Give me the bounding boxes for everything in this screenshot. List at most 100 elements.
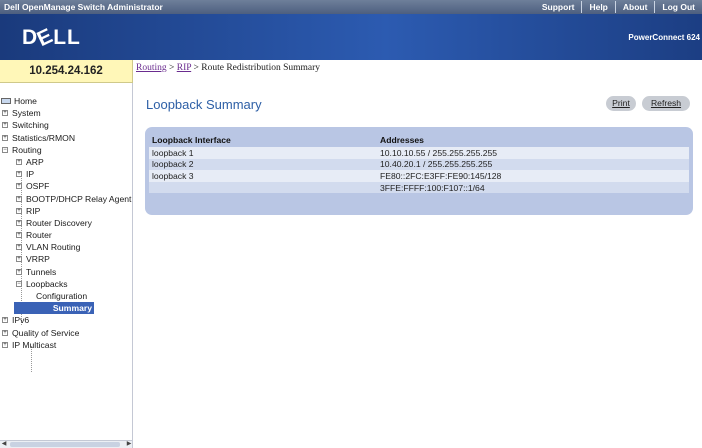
nav-item-rip[interactable]: + RIP [0, 205, 132, 217]
nav-item-label: System [12, 108, 41, 119]
scroll-left-icon[interactable]: ◀ [0, 441, 8, 448]
table-cell-interface: loopback 3 [149, 170, 377, 182]
nav-item-label: IPv6 [12, 315, 30, 326]
nav-item-quality-of-service[interactable]: + Quality of Service [0, 327, 132, 339]
expand-icon[interactable]: + [16, 171, 22, 178]
nav-item-home[interactable]: Home [0, 95, 132, 107]
nav-item-label: Summary [14, 302, 94, 315]
expand-icon[interactable]: + [16, 244, 22, 251]
nav-item-label: Router Discovery [26, 217, 92, 228]
expand-icon[interactable]: + [2, 134, 8, 141]
column-header-addresses: Addresses [380, 135, 424, 145]
table-header-row: Loopback Interface Addresses [149, 133, 689, 147]
breadcrumb-separator: > [169, 63, 175, 73]
expand-icon[interactable]: + [16, 232, 22, 239]
nav-item-system[interactable]: + System [0, 107, 132, 119]
loopback-table: Loopback Interface Addresses loopback 1 … [149, 133, 689, 194]
nav-tree: Home + System + Switching + Statistics/R… [0, 95, 132, 372]
app-title: Dell OpenManage Switch Administrator [4, 2, 163, 12]
scroll-thumb[interactable] [10, 442, 120, 447]
nav-item-label: ARP [26, 156, 44, 167]
nav-item-label: Switching [12, 120, 49, 131]
table-cell-interface: loopback 1 [149, 147, 377, 159]
expand-icon[interactable]: + [2, 317, 8, 324]
home-icon [1, 98, 11, 104]
nav-item-ip[interactable]: + IP [0, 168, 132, 180]
top-links: Support Help About Log Out [535, 0, 702, 14]
expand-icon[interactable]: + [16, 183, 22, 190]
expand-icon[interactable]: + [16, 158, 22, 165]
nav-item-arp[interactable]: + ARP [0, 156, 132, 168]
expand-icon[interactable]: + [16, 195, 22, 202]
table-cell-interface [149, 181, 377, 194]
sidebar: Home + System + Switching + Statistics/R… [0, 83, 133, 448]
nav-item-vlan-routing[interactable]: + VLAN Routing [0, 241, 132, 253]
nav-item-label: Tunnels [26, 266, 57, 277]
refresh-button[interactable]: Refresh [642, 96, 690, 111]
table-cell-address: FE80::2FC:E3FF:FE90:145/128 [377, 170, 689, 182]
expand-icon[interactable]: + [16, 268, 22, 275]
page-title: Loopback Summary [146, 97, 262, 112]
expand-icon[interactable]: + [16, 256, 22, 263]
print-button[interactable]: Print [606, 96, 636, 111]
nav-item-router-discovery[interactable]: + Router Discovery [0, 217, 132, 229]
breadcrumb-separator: > [193, 63, 199, 73]
table-cell-interface: loopback 2 [149, 158, 377, 171]
model-name: PowerConnect 624 [628, 33, 700, 42]
ip-address: 10.254.24.162 [0, 60, 133, 83]
nav-item-ipv6[interactable]: + IPv6 [0, 314, 132, 326]
expand-icon[interactable]: + [2, 341, 8, 348]
expand-icon[interactable]: + [2, 122, 8, 129]
nav-item-ip-multicast[interactable]: + IP Multicast [0, 339, 132, 351]
nav-item-ospf[interactable]: + OSPF [0, 180, 132, 192]
nav-item-statistics[interactable]: + Statistics/RMON [0, 132, 132, 144]
nav-item-label: Router [26, 230, 52, 241]
nav-item-bootp-dhcp-relay[interactable]: + BOOTP/DHCP Relay Agent [0, 193, 132, 205]
nav-item-configuration[interactable]: Configuration [0, 290, 132, 302]
nav-item-routing[interactable]: − Routing [0, 144, 132, 156]
nav-item-label: IP [26, 169, 35, 180]
dell-logo: DELL [22, 23, 81, 52]
nav-item-label: Routing [12, 144, 42, 155]
table-cell-address: 10.40.20.1 / 255.255.255.255 [377, 158, 689, 171]
nav-item-vrrp[interactable]: + VRRP [0, 253, 132, 265]
nav-item-label: RIP [26, 205, 41, 216]
support-link[interactable]: Support [535, 1, 582, 13]
about-link[interactable]: About [614, 1, 655, 13]
nav-item-label: Statistics/RMON [12, 132, 76, 143]
logout-link[interactable]: Log Out [654, 1, 702, 13]
help-link[interactable]: Help [581, 1, 614, 13]
nav-item-label: VLAN Routing [26, 242, 81, 253]
table-row: 3FFE:FFFF:100:F107::1/64 [149, 181, 689, 194]
nav-item-label: IP Multicast [12, 339, 57, 350]
column-header-interface: Loopback Interface [152, 135, 231, 145]
breadcrumb-rip[interactable]: RIP [177, 63, 191, 73]
nav-item-tunnels[interactable]: + Tunnels [0, 266, 132, 278]
breadcrumb: Routing > RIP > Route Redistribution Sum… [136, 63, 320, 73]
top-bar: Dell OpenManage Switch Administrator Sup… [0, 0, 702, 14]
scroll-right-icon[interactable]: ▶ [125, 441, 132, 448]
nav-item-label: Configuration [36, 291, 88, 301]
nav-item-loopbacks[interactable]: − Loopbacks [0, 278, 132, 290]
collapse-icon[interactable]: − [2, 146, 8, 153]
nav-item-switching[interactable]: + Switching [0, 119, 132, 131]
expand-icon[interactable]: + [2, 329, 8, 336]
breadcrumb-current: Route Redistribution Summary [201, 63, 321, 73]
collapse-icon[interactable]: − [16, 280, 22, 287]
nav-item-label: OSPF [26, 181, 50, 192]
header-banner: DELL PowerConnect 624 [0, 14, 702, 60]
breadcrumb-routing[interactable]: Routing [136, 63, 167, 73]
table-cell-address: 10.10.10.55 / 255.255.255.255 [377, 147, 689, 159]
expand-icon[interactable]: + [16, 219, 22, 226]
nav-item-router[interactable]: + Router [0, 229, 132, 241]
horizontal-scrollbar[interactable]: ◀ ▶ [0, 440, 132, 448]
nav-item-label: VRRP [26, 254, 50, 265]
nav-item-label: Quality of Service [12, 327, 80, 338]
table-cell-address: 3FFE:FFFF:100:F107::1/64 [377, 181, 689, 194]
nav-item-summary[interactable]: Summary [0, 302, 132, 315]
loopback-summary-panel: Loopback Interface Addresses loopback 1 … [145, 127, 693, 215]
expand-icon[interactable]: + [2, 110, 8, 117]
nav-item-label: BOOTP/DHCP Relay Agent [26, 193, 132, 204]
expand-icon[interactable]: + [16, 207, 22, 214]
nav-item-label: Loopbacks [26, 278, 68, 289]
